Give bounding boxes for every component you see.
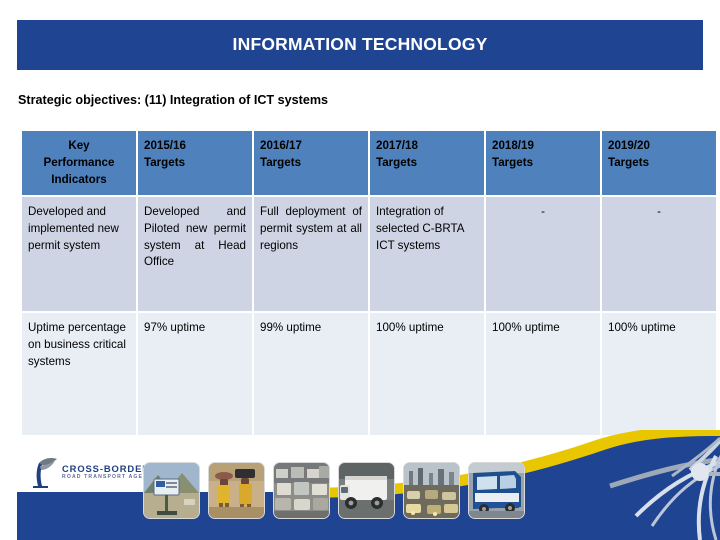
thumbnail-highway-traffic-dusk: [403, 462, 460, 519]
column-header-2018-19: 2018/19 Targets: [486, 131, 600, 195]
column-header-2016-17: 2016/17 Targets: [254, 131, 368, 195]
freight-truck-photo: [339, 463, 394, 518]
cell-2019-20-permit-system: -: [602, 197, 716, 311]
agency-logo: CROSS-BORDER ROAD TRANSPORT AGENCY: [24, 456, 156, 490]
cell-2017-18-uptime: 100% uptime: [370, 313, 484, 435]
cross-border-mark-icon: [33, 458, 57, 488]
cell-2018-19-uptime: 100% uptime: [486, 313, 600, 435]
column-header-2016-17-targets: Targets: [260, 155, 302, 169]
column-header-2015-16-targets: Targets: [144, 155, 186, 169]
cell-2019-20-uptime: 100% uptime: [602, 313, 716, 435]
photo-thumbnail-strip: [143, 462, 525, 519]
cell-2015-16-uptime: 97% uptime: [138, 313, 252, 435]
cell-2018-19-permit-system: -: [486, 197, 600, 311]
passenger-bus-photo: [469, 463, 524, 518]
column-header-2017-18-year: 2017/18: [376, 139, 418, 152]
traffic-congestion-photo: [274, 463, 329, 518]
highway-traffic-dusk-photo: [404, 463, 459, 518]
column-header-2018-19-targets: Targets: [492, 155, 534, 169]
footer-graphic-band: CROSS-BORDER ROAD TRANSPORT AGENCY: [0, 430, 720, 540]
column-header-kpi: Key Performance Indicators: [22, 131, 136, 195]
cell-2016-17-permit-system: Full deployment of permit system at all …: [254, 197, 368, 311]
thumbnail-freight-truck: [338, 462, 395, 519]
column-header-kpi-line2: Performance: [43, 155, 115, 169]
column-header-2017-18-targets: Targets: [376, 155, 418, 169]
cell-2017-18-permit-system: Integration of selected C-BRTA ICT syste…: [370, 197, 484, 311]
thumbnail-traffic-congestion: [273, 462, 330, 519]
column-header-2017-18: 2017/18 Targets: [370, 131, 484, 195]
cell-kpi-permit-system: Developed and implemented new permit sys…: [22, 197, 136, 311]
strategic-objective-label: Strategic objectives: (11) Integration o…: [18, 93, 329, 107]
people-carrying-loads-photo: [209, 463, 264, 518]
cell-kpi-uptime: Uptime percentage on business critical s…: [22, 313, 136, 435]
column-header-2019-20-year: 2019/20: [608, 139, 650, 152]
column-header-kpi-line3: Indicators: [51, 172, 107, 186]
table-row: Uptime percentage on business critical s…: [22, 313, 716, 435]
kpi-targets-table: Key Performance Indicators 2015/16 Targe…: [20, 129, 718, 437]
cell-2015-16-permit-system: Developed and Piloted new permit system …: [138, 197, 252, 311]
table-header-row: Key Performance Indicators 2015/16 Targe…: [22, 131, 716, 195]
title-banner: INFORMATION TECHNOLOGY: [17, 20, 703, 70]
thumbnail-billboard-roadside: [143, 462, 200, 519]
table-row: Developed and implemented new permit sys…: [22, 197, 716, 311]
column-header-2019-20-targets: Targets: [608, 155, 650, 169]
slide-canvas: INFORMATION TECHNOLOGY Strategic objecti…: [0, 0, 720, 540]
thumbnail-people-carrying-loads: [208, 462, 265, 519]
column-header-2015-16-year: 2015/16: [144, 139, 186, 152]
cell-2016-17-uptime: 99% uptime: [254, 313, 368, 435]
column-header-2018-19-year: 2018/19: [492, 139, 534, 152]
page-title: INFORMATION TECHNOLOGY: [232, 34, 488, 55]
column-header-kpi-line1: Key: [68, 139, 90, 152]
column-header-2015-16: 2015/16 Targets: [138, 131, 252, 195]
column-header-2016-17-year: 2016/17: [260, 139, 302, 152]
thumbnail-passenger-bus: [468, 462, 525, 519]
billboard-roadside-photo: [144, 463, 199, 518]
column-header-2019-20: 2019/20 Targets: [602, 131, 716, 195]
